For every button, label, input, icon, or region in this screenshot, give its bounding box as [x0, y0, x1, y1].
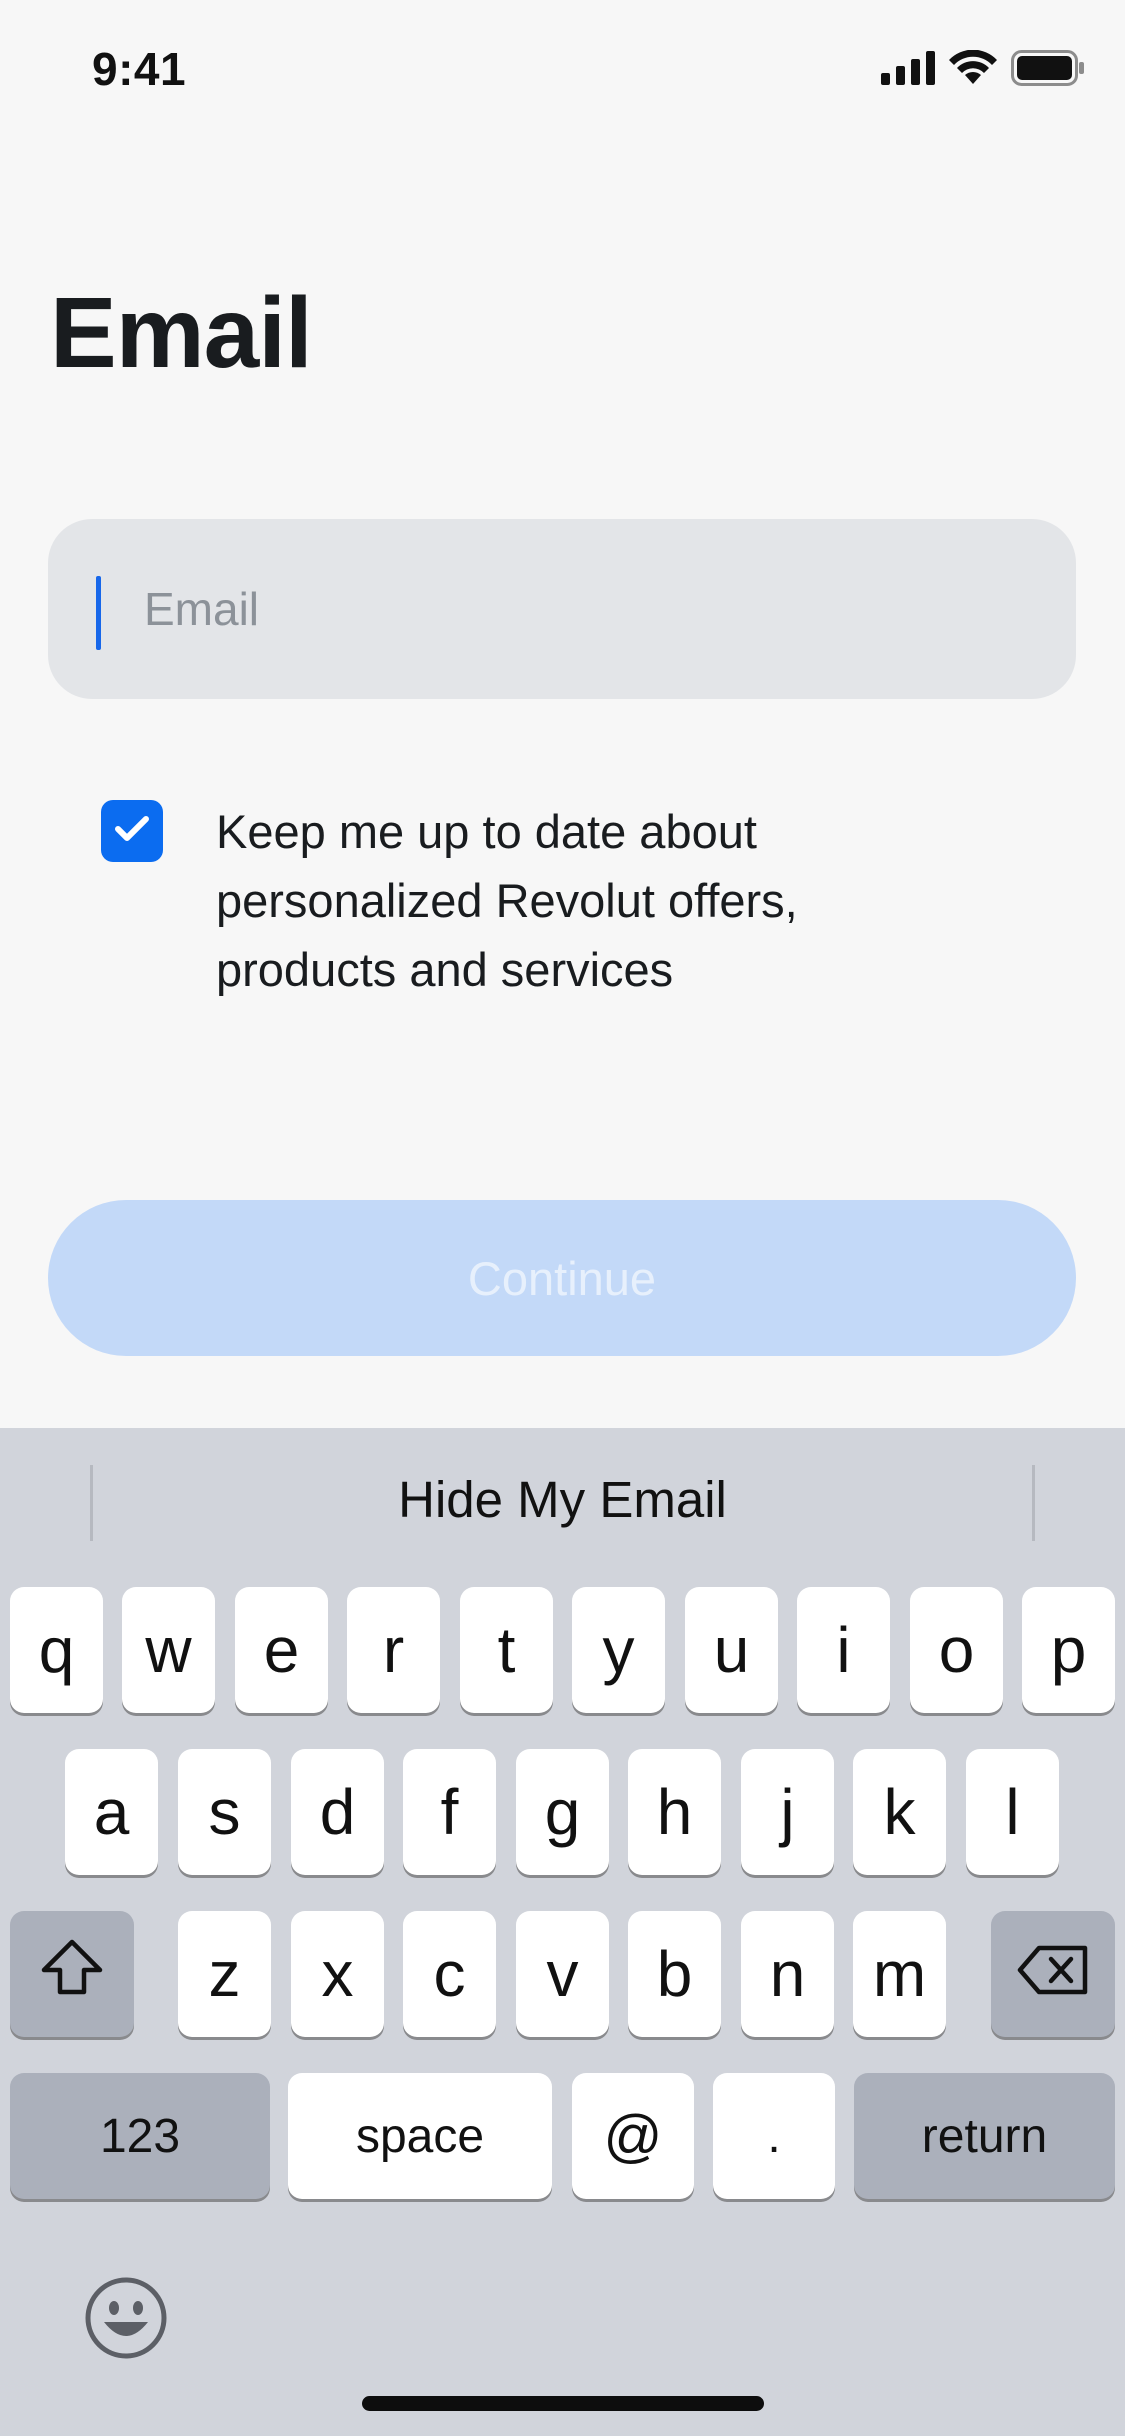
key-j[interactable]: j — [741, 1749, 834, 1875]
key-r[interactable]: r — [347, 1587, 440, 1713]
key-v[interactable]: v — [516, 1911, 609, 2037]
at-key[interactable]: @ — [572, 2073, 694, 2199]
marketing-consent-checkbox[interactable] — [101, 800, 163, 862]
continue-button[interactable]: Continue — [48, 1200, 1076, 1356]
key-q[interactable]: q — [10, 1587, 103, 1713]
key-d[interactable]: d — [291, 1749, 384, 1875]
key-i[interactable]: i — [797, 1587, 890, 1713]
numbers-key[interactable]: 123 — [10, 2073, 270, 2199]
key-x[interactable]: x — [291, 1911, 384, 2037]
delete-key[interactable] — [991, 1911, 1115, 2037]
battery-icon — [1011, 49, 1085, 91]
checkmark-icon — [114, 815, 150, 848]
key-b[interactable]: b — [628, 1911, 721, 2037]
key-k[interactable]: k — [853, 1749, 946, 1875]
shift-icon — [40, 1937, 104, 2011]
status-time: 9:41 — [92, 43, 187, 95]
key-t[interactable]: t — [460, 1587, 553, 1713]
key-y[interactable]: y — [572, 1587, 665, 1713]
page-title: Email — [50, 277, 313, 389]
key-z[interactable]: z — [178, 1911, 271, 2037]
home-indicator — [362, 2396, 764, 2411]
key-s[interactable]: s — [178, 1749, 271, 1875]
key-f[interactable]: f — [403, 1749, 496, 1875]
key-m[interactable]: m — [853, 1911, 946, 2037]
key-e[interactable]: e — [235, 1587, 328, 1713]
emoji-icon — [84, 2277, 168, 2364]
cellular-signal-icon — [881, 50, 935, 90]
marketing-consent-label[interactable]: Keep me up to date about personalized Re… — [216, 797, 936, 1004]
email-field[interactable] — [48, 519, 1076, 699]
email-input[interactable] — [144, 582, 1076, 636]
emoji-button[interactable] — [84, 2276, 168, 2360]
key-n[interactable]: n — [741, 1911, 834, 2037]
key-u[interactable]: u — [685, 1587, 778, 1713]
hide-my-email-suggestion[interactable]: Hide My Email — [0, 1470, 1125, 1529]
key-o[interactable]: o — [910, 1587, 1003, 1713]
key-g[interactable]: g — [516, 1749, 609, 1875]
return-key[interactable]: return — [854, 2073, 1115, 2199]
status-icons — [881, 49, 1085, 91]
key-l[interactable]: l — [966, 1749, 1059, 1875]
key-p[interactable]: p — [1022, 1587, 1115, 1713]
shift-key[interactable] — [10, 1911, 134, 2037]
key-a[interactable]: a — [65, 1749, 158, 1875]
key-w[interactable]: w — [122, 1587, 215, 1713]
text-caret — [96, 576, 101, 650]
key-c[interactable]: c — [403, 1911, 496, 2037]
dot-key[interactable]: . — [713, 2073, 835, 2199]
key-h[interactable]: h — [628, 1749, 721, 1875]
delete-icon — [1017, 1937, 1089, 2011]
wifi-icon — [949, 49, 997, 91]
space-key[interactable]: space — [288, 2073, 552, 2199]
